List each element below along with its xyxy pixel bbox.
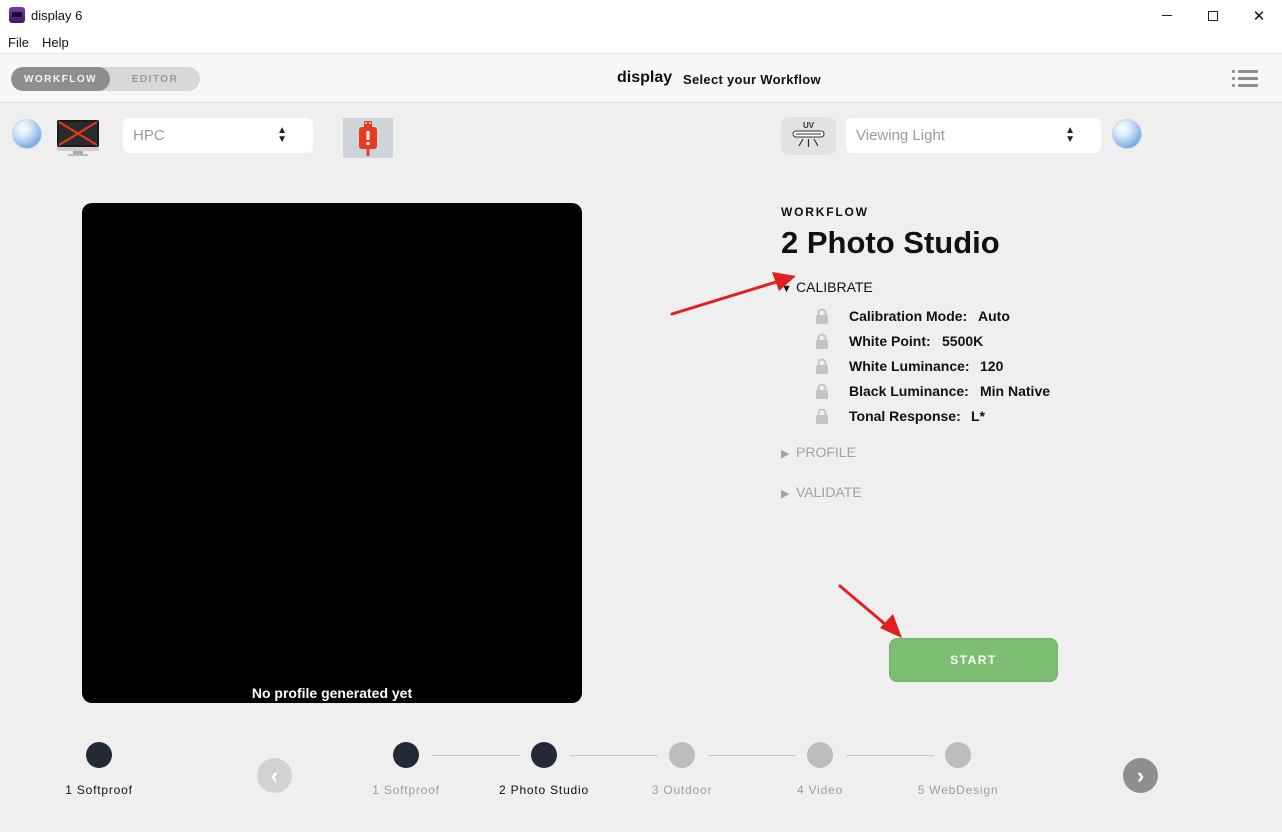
lock-icon: [816, 308, 828, 324]
annotation-arrow-start: [838, 584, 902, 638]
step-dot-outdoor[interactable]: [669, 742, 695, 768]
display-status-sphere-icon[interactable]: [12, 119, 42, 149]
step-label-webdesign[interactable]: 5 WebDesign: [918, 783, 999, 797]
setting-key: White Luminance:: [849, 358, 970, 374]
setting-value: Auto: [978, 308, 1010, 324]
start-button[interactable]: START: [889, 638, 1058, 682]
caret-right-icon: ▶: [781, 488, 790, 500]
setting-key: Black Luminance:: [849, 383, 969, 399]
setting-value: L*: [971, 408, 985, 424]
uv-viewing-light-button[interactable]: UV: [781, 117, 836, 155]
display-select-value: HPC: [133, 127, 165, 144]
section-calibrate-toggle[interactable]: ▼ CALIBRATE: [781, 279, 873, 295]
menu-bar: File Help: [0, 31, 1282, 53]
step-dot-softproof[interactable]: [393, 742, 419, 768]
monitor-disconnected-icon[interactable]: [55, 117, 101, 157]
minimize-icon: [1162, 15, 1172, 16]
window-title: display 6: [31, 8, 83, 23]
workflow-section-label: WORKFLOW: [781, 205, 869, 219]
caret-down-icon: ▼: [781, 283, 792, 295]
setting-key: Tonal Response:: [849, 408, 961, 424]
usb-device-alert-button[interactable]: [343, 118, 393, 158]
display-select[interactable]: HPC ▲ ▼: [123, 118, 313, 153]
step-connector: [432, 755, 520, 756]
section-validate-label: VALIDATE: [796, 484, 862, 500]
step-dot-photo-studio[interactable]: [531, 742, 557, 768]
minimize-button[interactable]: [1144, 0, 1190, 31]
setting-value: 5500K: [942, 333, 984, 349]
viewing-light-status-sphere-icon[interactable]: [1112, 119, 1142, 149]
mode-editor-tab[interactable]: EDITOR: [110, 67, 200, 91]
setting-value: 120: [980, 358, 1004, 374]
app-icon: [9, 7, 25, 23]
hamburger-menu-icon[interactable]: [1232, 69, 1258, 89]
step-connector: [570, 755, 658, 756]
setting-key: Calibration Mode:: [849, 308, 968, 324]
step-label-outdoor[interactable]: 3 Outdoor: [652, 783, 713, 797]
annotation-arrow-calibrate: [670, 272, 796, 316]
step-dot-video[interactable]: [807, 742, 833, 768]
step-label-photo-studio[interactable]: 2 Photo Studio: [499, 783, 589, 797]
step-dot-webdesign[interactable]: [945, 742, 971, 768]
title-bar: display 6 ✕: [0, 0, 1282, 31]
prev-workflow-button[interactable]: ‹: [257, 758, 292, 793]
section-profile-label: PROFILE: [796, 444, 856, 460]
select-arrows-icon: ▲ ▼: [277, 125, 287, 145]
lock-icon: [816, 408, 828, 424]
lock-icon: [816, 333, 828, 349]
section-validate-toggle[interactable]: ▶ VALIDATE: [781, 484, 862, 500]
page-title: Select your Workflow: [683, 72, 821, 87]
workflow-title: 2 Photo Studio: [781, 225, 1000, 260]
step-connector: [708, 755, 796, 756]
viewing-light-select[interactable]: Viewing Light ▲ ▼: [846, 118, 1101, 153]
close-button[interactable]: ✕: [1236, 0, 1282, 31]
brand-logo: display: [617, 69, 673, 86]
lock-icon: [816, 383, 828, 399]
menu-file[interactable]: File: [8, 35, 29, 50]
menu-help[interactable]: Help: [42, 35, 69, 50]
app-header: WORKFLOW EDITOR display Select your Work…: [0, 53, 1282, 103]
current-workflow-dot: [86, 742, 112, 768]
next-workflow-button[interactable]: ›: [1123, 758, 1158, 793]
uv-lamp-icon: UV: [792, 121, 825, 147]
setting-key: White Point:: [849, 333, 931, 349]
mode-workflow-tab[interactable]: WORKFLOW: [11, 67, 110, 91]
setting-value: Min Native: [980, 383, 1051, 399]
maximize-icon: [1208, 10, 1218, 21]
mode-toggle[interactable]: WORKFLOW EDITOR: [11, 67, 200, 91]
lock-icon: [816, 358, 828, 374]
step-label-video[interactable]: 4 Video: [797, 783, 843, 797]
step-connector: [846, 755, 934, 756]
usb-alert-icon: [359, 121, 377, 156]
preview-caption: No profile generated yet: [251, 685, 413, 701]
section-profile-toggle[interactable]: ▶ PROFILE: [781, 444, 856, 460]
uv-label: UV: [803, 121, 815, 130]
caret-right-icon: ▶: [781, 448, 790, 460]
section-calibrate-label: CALIBRATE: [796, 279, 873, 295]
maximize-button[interactable]: [1190, 0, 1236, 31]
select-arrows-icon: ▲ ▼: [1065, 125, 1075, 145]
step-label-softproof[interactable]: 1 Softproof: [372, 783, 440, 797]
current-workflow-label: 1 Softproof: [65, 783, 133, 797]
profile-preview: No profile generated yet: [82, 203, 582, 703]
viewing-light-select-value: Viewing Light: [856, 127, 945, 144]
